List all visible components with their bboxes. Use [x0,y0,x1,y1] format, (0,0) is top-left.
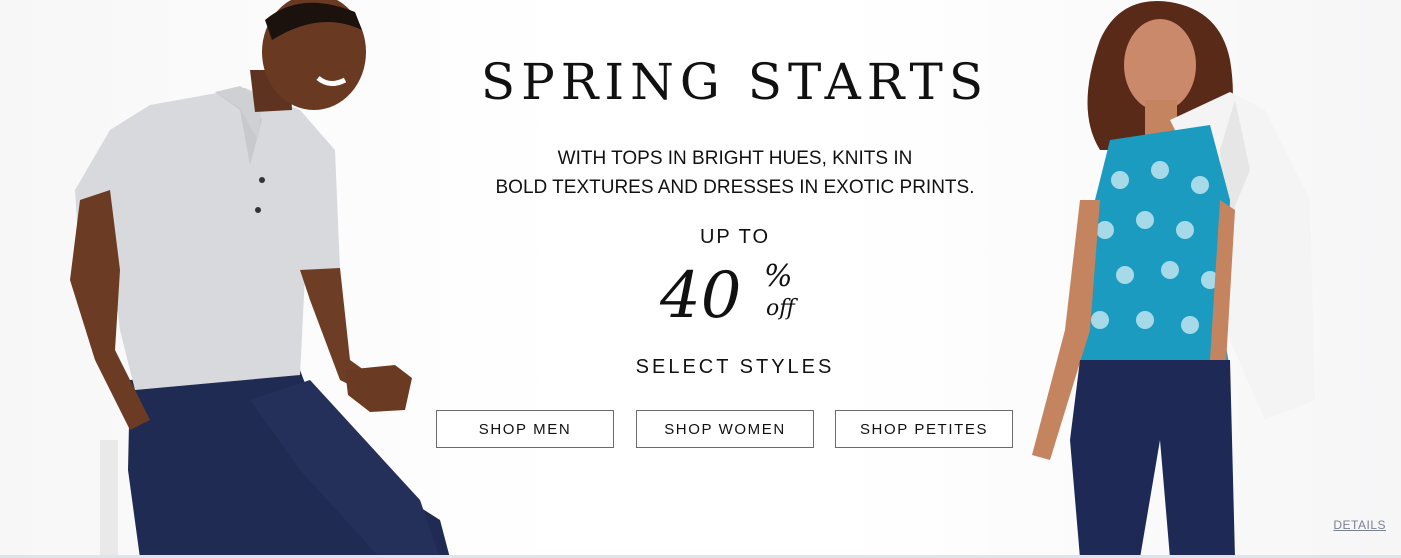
subcopy-line-2: BOLD TEXTURES AND DRESSES IN EXOTIC PRIN… [495,177,975,198]
male-model-image [70,0,450,558]
shop-men-button[interactable]: SHOP MEN [436,410,614,448]
discount-off-label: off [766,296,795,321]
shop-petites-button[interactable]: SHOP PETITES [835,410,1013,448]
shop-women-button[interactable]: SHOP WOMEN [636,410,814,448]
headline: SPRING STARTS [480,53,990,111]
subcopy-line-1: WITH TOPS IN BRIGHT HUES, KNITS IN [557,148,913,169]
details-link[interactable]: DETAILS [1333,518,1386,532]
discount-value: 40 [660,259,742,333]
up-to-label: UP TO [699,226,771,248]
discount-badge: 40 % off [640,258,830,338]
hero-banner: SPRING STARTS WITH TOPS IN BRIGHT HUES, … [0,0,1401,558]
select-styles-label: SELECT STYLES [635,356,835,378]
discount-percent-sign: % [764,259,793,294]
promo-subcopy: WITH TOPS IN BRIGHT HUES, KNITS IN BOLD … [420,144,1050,202]
